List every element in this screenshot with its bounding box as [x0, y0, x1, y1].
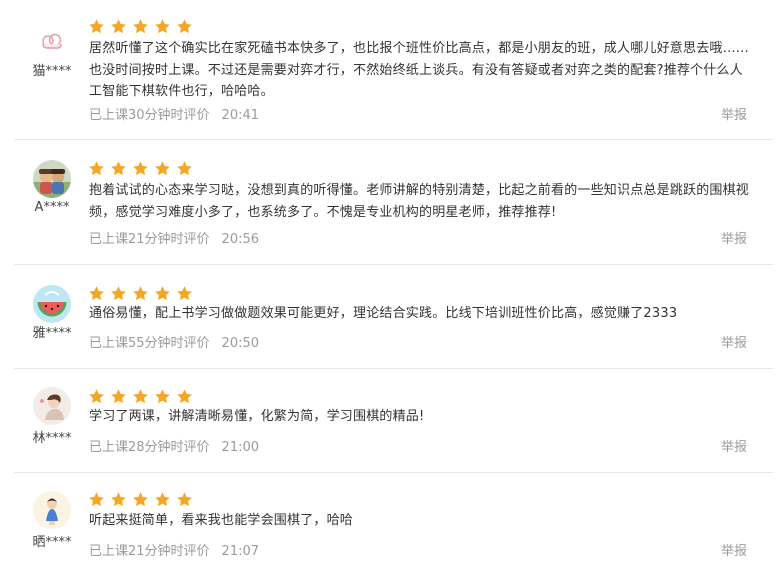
star-icon — [155, 286, 170, 301]
rating-stars — [88, 491, 193, 509]
review-meta: 已上课28分钟时评价 21:00 — [89, 436, 259, 455]
report-link[interactable]: 举报 — [721, 332, 747, 351]
course-progress: 已上课55分钟时评价 — [89, 336, 210, 351]
rating-stars — [88, 388, 193, 406]
review-text: 学习了两课，讲解清晰易懂，化繁为简，学习围棋的精品! — [89, 409, 425, 424]
star-icon — [177, 389, 192, 404]
review-item: A**** 抱着试试的心态来学习哒，没想到真的听得懂。老师讲解的特别清楚，比起之… — [0, 140, 777, 265]
avatar[interactable] — [33, 24, 71, 62]
star-icon — [89, 19, 104, 34]
review-text: 居然听懂了这个确实比在家死磕书本快多了，也比报个班性价比高点，都是小朋友的班，成… — [89, 41, 750, 99]
avatar[interactable] — [33, 160, 71, 198]
rating-stars — [88, 18, 193, 36]
star-icon — [133, 492, 148, 507]
review-meta: 已上课21分钟时评价 20:56 — [89, 228, 259, 247]
username: 雅**** — [32, 326, 72, 341]
course-progress: 已上课21分钟时评价 — [89, 544, 210, 559]
username: 晒**** — [32, 535, 72, 550]
star-icon — [111, 492, 126, 507]
star-icon — [89, 161, 104, 176]
star-icon — [155, 492, 170, 507]
review-meta: 已上课30分钟时评价 20:41 — [89, 104, 259, 123]
review-meta: 已上课55分钟时评价 20:50 — [89, 332, 259, 351]
avatar[interactable] — [33, 387, 71, 425]
review-item: 雅**** 通俗易懂，配上书学习做做题效果可能更好，理论结合实践。比线下培训班性… — [0, 265, 777, 369]
star-icon — [133, 161, 148, 176]
report-link[interactable]: 举报 — [721, 436, 747, 455]
star-icon — [111, 389, 126, 404]
star-icon — [155, 389, 170, 404]
star-icon — [155, 161, 170, 176]
course-progress: 已上课21分钟时评价 — [89, 232, 210, 247]
star-icon — [111, 286, 126, 301]
report-link[interactable]: 举报 — [721, 104, 747, 123]
star-icon — [111, 19, 126, 34]
review-meta: 已上课21分钟时评价 21:07 — [89, 540, 259, 559]
cloud-icon — [33, 24, 71, 62]
course-progress: 已上课30分钟时评价 — [89, 108, 210, 123]
star-icon — [133, 286, 148, 301]
review-time: 20:41 — [221, 108, 260, 123]
star-icon — [177, 492, 192, 507]
star-icon — [89, 492, 104, 507]
course-progress: 已上课28分钟时评价 — [89, 440, 210, 455]
report-link[interactable]: 举报 — [721, 228, 747, 247]
star-icon — [89, 286, 104, 301]
review-time: 20:56 — [221, 232, 260, 247]
username: A**** — [34, 200, 70, 215]
username: 猫**** — [32, 64, 72, 79]
report-link[interactable]: 举报 — [721, 540, 747, 559]
review-text: 通俗易懂，配上书学习做做题效果可能更好，理论结合实践。比线下培训班性价比高，感觉… — [89, 306, 678, 321]
star-icon — [155, 19, 170, 34]
photo-avatar-icon — [33, 160, 71, 198]
star-icon — [133, 19, 148, 34]
review-text: 听起来挺简单，看来我也能学会围棋了，哈哈 — [89, 513, 354, 528]
rating-stars — [88, 285, 193, 303]
username: 林**** — [32, 431, 72, 446]
review-text: 抱着试试的心态来学习哒，没想到真的听得懂。老师讲解的特别清楚，比起之前看的一些知… — [89, 183, 750, 220]
star-icon — [177, 286, 192, 301]
review-time: 21:07 — [221, 544, 260, 559]
star-icon — [111, 161, 126, 176]
star-icon — [89, 389, 104, 404]
watermelon-icon — [33, 285, 71, 323]
star-icon — [133, 389, 148, 404]
avatar[interactable] — [33, 285, 71, 323]
cartoon-avatar-icon — [33, 491, 71, 529]
star-icon — [177, 19, 192, 34]
girl-avatar-icon — [33, 387, 71, 425]
review-time: 21:00 — [221, 440, 260, 455]
review-list: 猫**** 居然听懂了这个确实比在家死磕书本快多了，也比报个班性价比高点，都是小… — [0, 0, 777, 581]
avatar[interactable] — [33, 491, 71, 529]
star-icon — [177, 161, 192, 176]
review-item: 晒**** 听起来挺简单，看来我也能学会围棋了，哈哈 已上课21分钟时评价 21:… — [0, 473, 777, 581]
review-item: 林**** 学习了两课，讲解清晰易懂，化繁为简，学习围棋的精品! 已上课28分钟… — [0, 369, 777, 473]
rating-stars — [88, 160, 193, 178]
review-item: 猫**** 居然听懂了这个确实比在家死磕书本快多了，也比报个班性价比高点，都是小… — [0, 0, 777, 140]
review-time: 20:50 — [221, 336, 260, 351]
